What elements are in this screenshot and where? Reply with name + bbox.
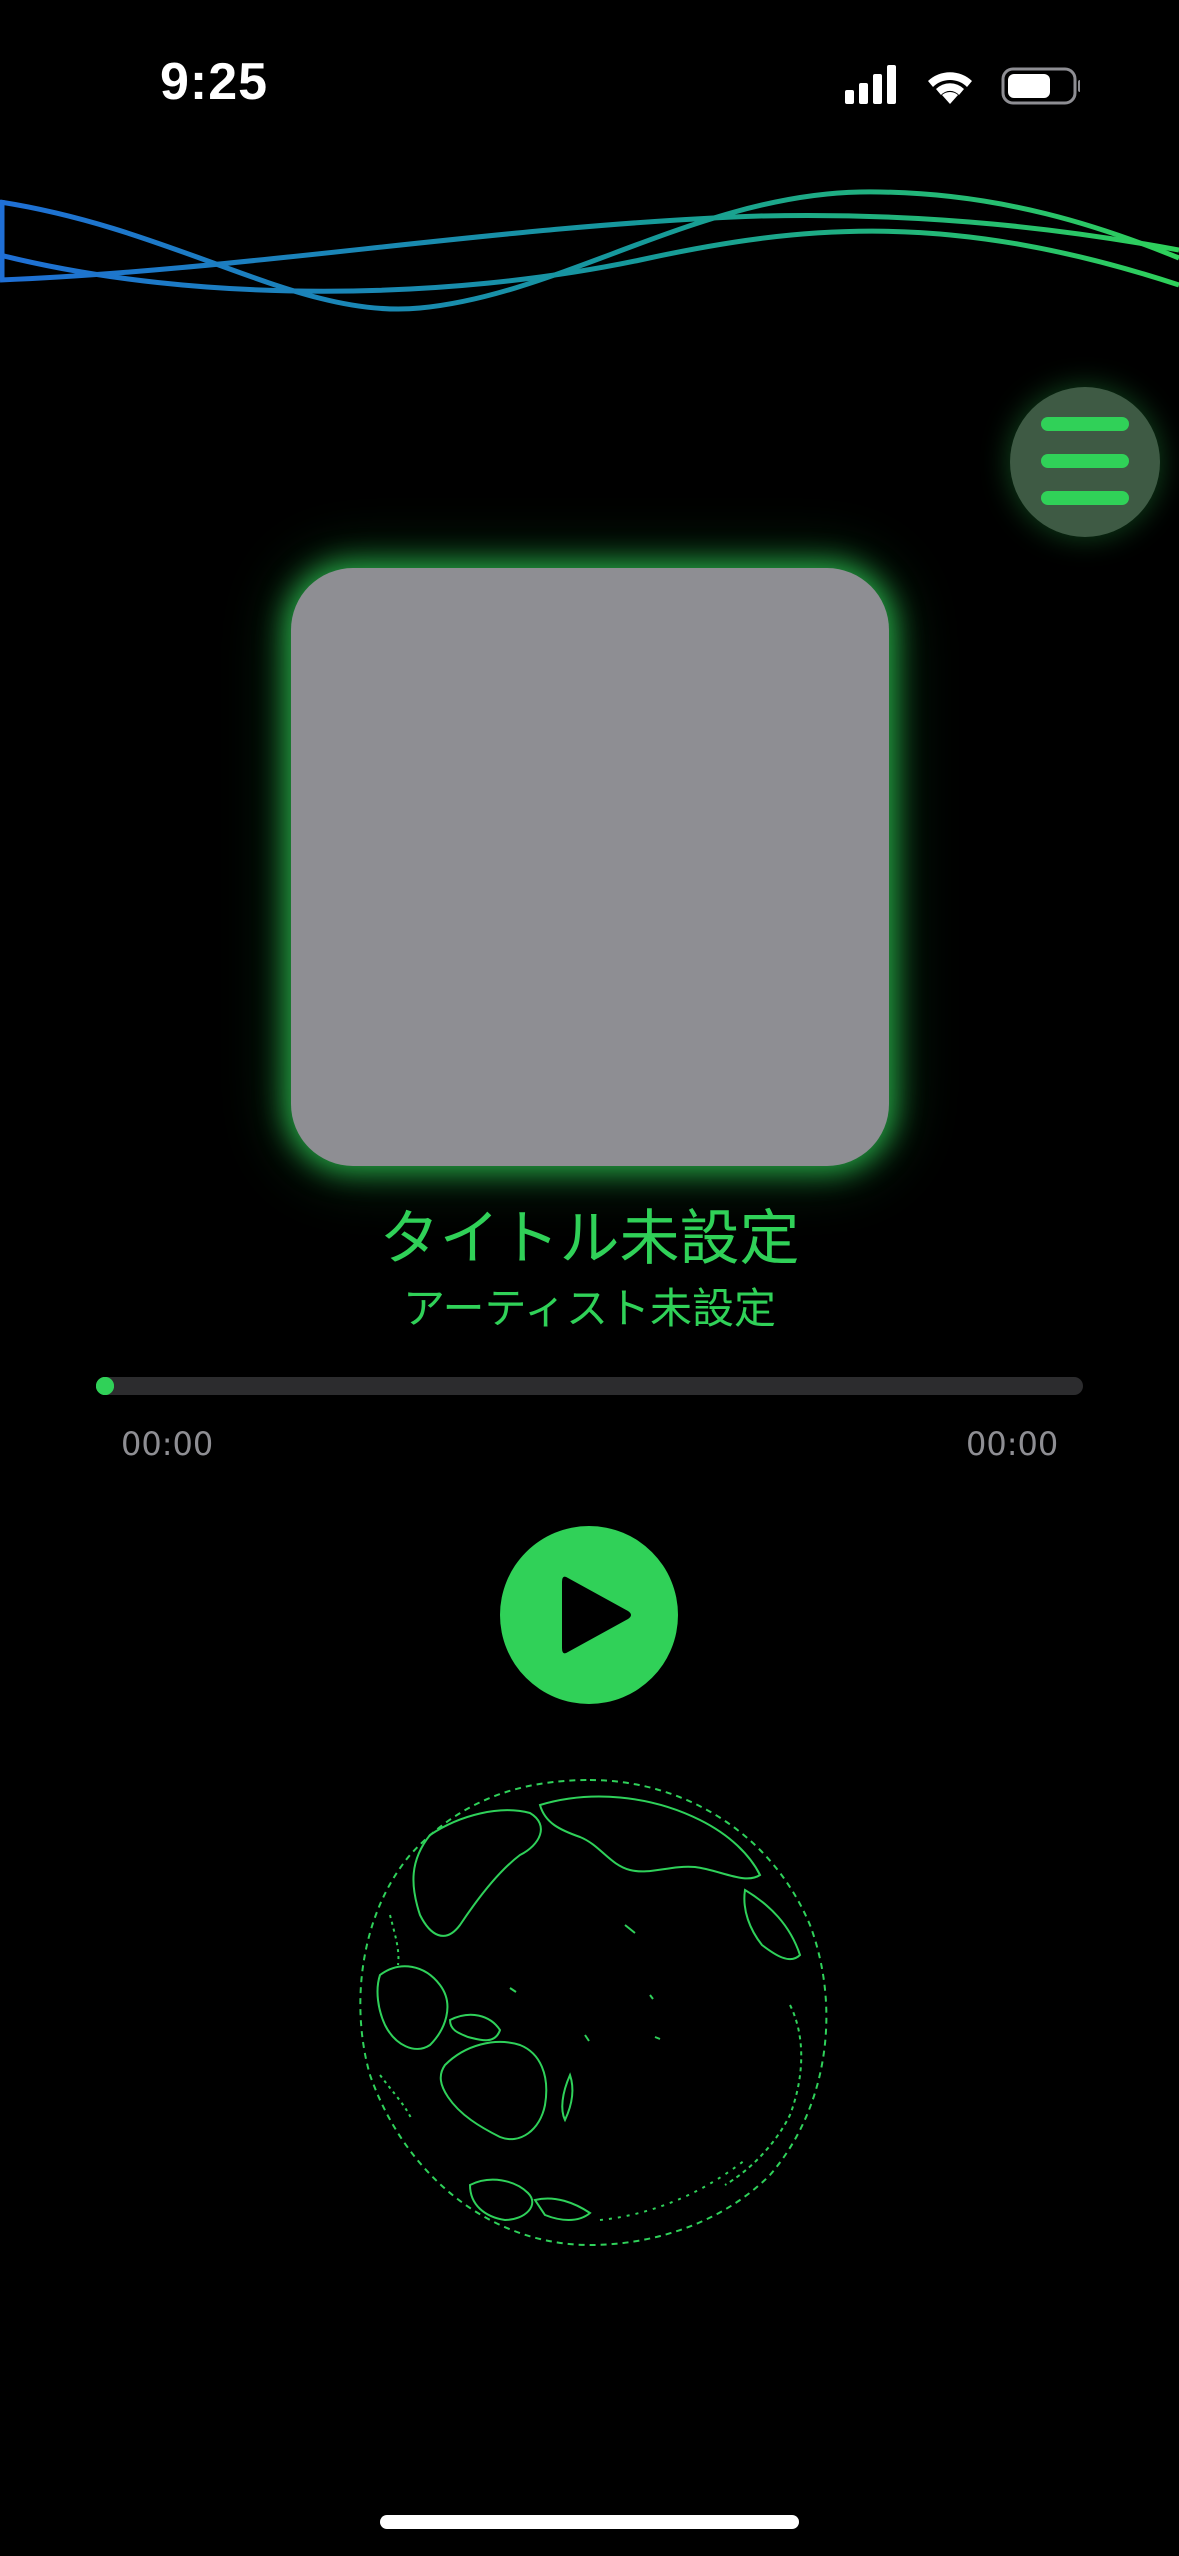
play-icon: [562, 1576, 631, 1654]
wireframe-globe-icon: [359, 1779, 828, 2247]
battery-icon: [1001, 67, 1080, 105]
menu-button[interactable]: [1010, 387, 1160, 537]
status-bar-time: 9:25: [160, 53, 269, 111]
menu-bar-line: [1041, 454, 1129, 468]
menu-bar-line: [1041, 417, 1129, 431]
status-bar-icons: [845, 65, 1080, 105]
cellular-signal-icon: [845, 65, 896, 104]
wave-visualizer: [0, 189, 1179, 312]
total-duration: 00:00: [966, 1425, 1059, 1463]
menu-bar-line: [1041, 491, 1129, 505]
elapsed-time: 00:00: [121, 1425, 214, 1463]
wave-line: [0, 189, 1179, 312]
progress-bar[interactable]: [96, 1377, 1083, 1395]
album-artwork: [291, 568, 889, 1166]
home-indicator[interactable]: [380, 2515, 799, 2529]
progress-thumb[interactable]: [96, 1377, 114, 1395]
track-title: タイトル未設定: [379, 1204, 800, 1274]
track-artist: アーティスト未設定: [403, 1284, 776, 1333]
wifi-icon: [928, 72, 972, 104]
play-button[interactable]: [500, 1526, 678, 1704]
